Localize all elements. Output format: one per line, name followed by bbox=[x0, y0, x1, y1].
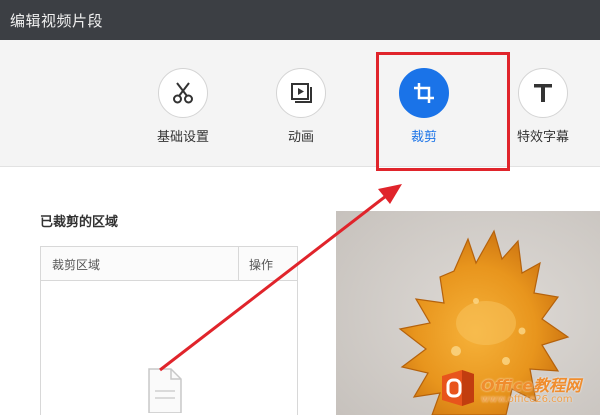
text-icon bbox=[518, 68, 568, 118]
column-header-crop-area: 裁剪区域 bbox=[52, 258, 101, 272]
tool-label: 特效字幕 bbox=[516, 130, 569, 145]
document-icon bbox=[147, 367, 183, 415]
tool-label: 裁剪 bbox=[410, 130, 437, 145]
animation-icon bbox=[276, 68, 326, 118]
tool-label: 动画 bbox=[287, 130, 314, 145]
window-title: 编辑视频片段 bbox=[10, 12, 104, 30]
table-header: 裁剪区域 操作 bbox=[41, 247, 297, 281]
watermark: Office教程网 www.office26.com bbox=[436, 366, 600, 410]
section-title: 已裁剪的区域 bbox=[40, 215, 119, 230]
column-header-actions: 操作 bbox=[249, 258, 274, 272]
tool-label: 基础设置 bbox=[156, 130, 209, 145]
tool-effect-subtitle[interactable]: 特效字幕 bbox=[498, 68, 588, 145]
watermark-brand: Office教程网 bbox=[481, 376, 582, 395]
office-logo-icon bbox=[442, 370, 474, 406]
title-bar: 编辑视频片段 bbox=[0, 0, 600, 40]
scissors-icon bbox=[158, 68, 208, 118]
watermark-url: www.office26.com bbox=[481, 394, 573, 405]
tool-crop[interactable]: 裁剪 bbox=[379, 68, 469, 145]
tool-basic-settings[interactable]: 基础设置 bbox=[138, 68, 228, 145]
tool-animation[interactable]: 动画 bbox=[256, 68, 346, 145]
crop-icon bbox=[399, 68, 449, 118]
cropped-areas-table: 裁剪区域 操作 bbox=[40, 246, 298, 415]
column-divider bbox=[238, 247, 239, 281]
edit-toolbar: 基础设置 动画 裁剪 特效字幕 bbox=[0, 40, 600, 167]
